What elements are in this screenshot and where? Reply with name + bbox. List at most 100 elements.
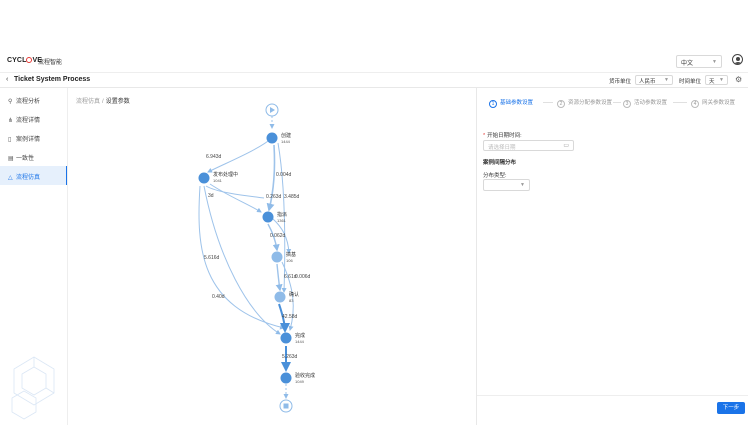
step-connector — [613, 102, 621, 103]
currency-value: 人民币 — [639, 79, 656, 85]
sidebar-item-conformance[interactable]: ▤ 一致性 — [0, 147, 67, 166]
flow-node-count: 1444 — [295, 339, 305, 344]
sidebar-item-process-analysis[interactable]: ⚲ 流程分析 — [0, 90, 67, 109]
flow-node[interactable]: 创建 1444 — [266, 132, 292, 144]
step-label: 资源分配参数设置 — [568, 100, 613, 106]
process-canvas[interactable]: 流程仿真 / 设置参数 6.943d 0.004d 0.263d 3.485d … — [68, 88, 476, 425]
currency-select[interactable]: 人民币 ▼ — [635, 75, 673, 85]
chevron-down-icon: ▼ — [664, 77, 669, 83]
page-title: Ticket System Process — [14, 76, 91, 83]
sidebar: ⚲ 流程分析 ⋔ 流程详情 ▯ 案例详情 ▤ 一致性 △ 流程仿真 — [0, 88, 68, 425]
flow-node-start[interactable] — [265, 103, 279, 117]
flow-node-count: 83 — [289, 298, 294, 303]
currency-label: 货币单位 — [609, 79, 632, 85]
flow-node[interactable]: 确认 83 — [274, 291, 300, 303]
app-root: CYCL VE 流程智能 中文 ▼ ‹ Ticket System Process… — [0, 0, 748, 425]
flow-node-count: 1444 — [281, 139, 291, 144]
flow-node-label: 验收完成 — [295, 372, 315, 379]
step-number: 3 — [623, 100, 631, 108]
step-resource-params[interactable]: 2 资源分配参数设置 — [557, 98, 612, 108]
flow-edge — [266, 144, 276, 212]
flow-node[interactable]: 验收完成 1049 — [280, 372, 316, 384]
required-marker: * — [483, 133, 486, 139]
edge-label: 5.263d — [282, 354, 298, 360]
edge-label: 42.58d — [282, 314, 298, 320]
calendar-icon: ▭ — [563, 143, 569, 149]
time-unit-label: 时间单位 — [679, 79, 702, 85]
start-date-input[interactable]: 请选择日期 ▭ — [483, 140, 574, 151]
stop-icon — [283, 403, 289, 409]
step-label: 活动参数设置 — [634, 100, 668, 106]
process-flow-diagram[interactable]: 6.943d 0.004d 0.263d 3.485d 3d 0.062d 6.… — [68, 88, 476, 425]
brand-logo[interactable]: CYCL VE — [7, 57, 42, 64]
step-connector — [543, 102, 553, 103]
edge-label: 0.062d — [270, 233, 286, 239]
flow-node[interactable]: 完成 1444 — [280, 332, 306, 344]
step-number: 4 — [691, 100, 699, 108]
simulation-icon: △ — [8, 175, 13, 181]
sidebar-item-process-details[interactable]: ⋔ 流程详情 — [0, 109, 67, 128]
flow-node-end[interactable] — [279, 399, 293, 413]
edge-label: 5.616d — [204, 255, 220, 261]
flow-node-label: 搞基 — [286, 251, 296, 258]
flow-node-count: 106 — [286, 258, 293, 263]
distribution-type-select[interactable]: ▼ — [483, 179, 530, 191]
chevron-down-icon: ▼ — [712, 59, 717, 65]
product-name: 流程智能 — [38, 60, 63, 66]
flow-edge — [205, 185, 265, 199]
step-label: 基础参数设置 — [500, 100, 534, 106]
flow-node-count: 1049 — [295, 379, 305, 384]
top-bar: CYCL VE 流程智能 — [0, 51, 748, 73]
gear-icon[interactable]: ⚙ — [735, 75, 742, 84]
sidebar-item-case-details[interactable]: ▯ 案例详情 — [0, 128, 67, 147]
start-date-label-text: 开始日期时间: — [487, 133, 522, 139]
flow-node-count: 1361 — [277, 218, 287, 223]
sidebar-item-process-simulation[interactable]: △ 流程仿真 — [0, 166, 67, 185]
back-chevron-icon[interactable]: ‹ — [6, 76, 8, 83]
case-interval-section-title: 案例间隔分布 — [483, 160, 517, 166]
edge-label: 6.943d — [206, 154, 222, 160]
sidebar-item-label: 流程详情 — [16, 118, 41, 124]
step-connector — [673, 102, 687, 103]
sidebar-item-label: 案例详情 — [16, 137, 41, 143]
next-button[interactable]: 下一步 — [717, 402, 745, 414]
edge-label: 3d — [208, 193, 214, 199]
edge-label: 0.004d — [276, 172, 292, 178]
flow-node-label: 发布处理中 — [213, 171, 238, 178]
title-bar: ‹ Ticket System Process 货币单位 人民币 ▼ 时间单位 … — [0, 73, 748, 88]
branch-icon: ⋔ — [8, 118, 14, 124]
flow-node-count: 1041 — [213, 178, 223, 183]
edge-label: 0.40d — [212, 294, 225, 300]
distribution-type-label: 分布类型: — [483, 173, 507, 179]
time-unit-select[interactable]: 天 ▼ — [705, 75, 728, 85]
language-value: 中文 — [681, 61, 694, 67]
chevron-down-icon: ▼ — [719, 77, 724, 83]
flow-node-label: 指派 — [277, 211, 287, 218]
time-unit-value: 天 — [709, 79, 715, 85]
edge-label: 3.485d — [284, 194, 300, 200]
step-basic-params[interactable]: 1 基础参数设置 — [489, 98, 533, 108]
chevron-down-icon: ▼ — [520, 182, 525, 188]
flow-node[interactable]: 发布处理中 1041 — [198, 171, 239, 184]
start-date-label: * 开始日期时间: — [483, 131, 522, 139]
step-gateway-params[interactable]: 4 网关参数设置 — [691, 98, 735, 108]
flow-edge — [209, 183, 262, 213]
flow-node-label: 确认 — [289, 291, 299, 298]
step-label: 网关参数设置 — [702, 100, 736, 106]
edge-label: 0.006d — [295, 274, 311, 280]
sidebar-item-label: 流程仿真 — [16, 175, 41, 181]
flow-node[interactable]: 搞基 106 — [271, 251, 297, 263]
language-select[interactable]: 中文 ▼ — [676, 55, 722, 68]
flow-node-label: 创建 — [281, 132, 291, 139]
panel-footer-divider — [477, 395, 748, 396]
flow-edge — [275, 263, 283, 292]
user-avatar-icon[interactable] — [732, 54, 743, 65]
flow-node-label: 完成 — [295, 332, 305, 339]
step-number: 1 — [489, 100, 497, 108]
decorative-hexagon-pattern — [11, 356, 55, 420]
parameter-panel: 1 基础参数设置 2 资源分配参数设置 3 活动参数设置 4 网关参数设置 * 开始日期时… — [476, 88, 748, 425]
document-icon: ▯ — [8, 137, 12, 143]
edge-label: 0.263d — [266, 194, 282, 200]
step-number: 2 — [557, 100, 565, 108]
step-activity-params[interactable]: 3 活动参数设置 — [623, 98, 667, 108]
